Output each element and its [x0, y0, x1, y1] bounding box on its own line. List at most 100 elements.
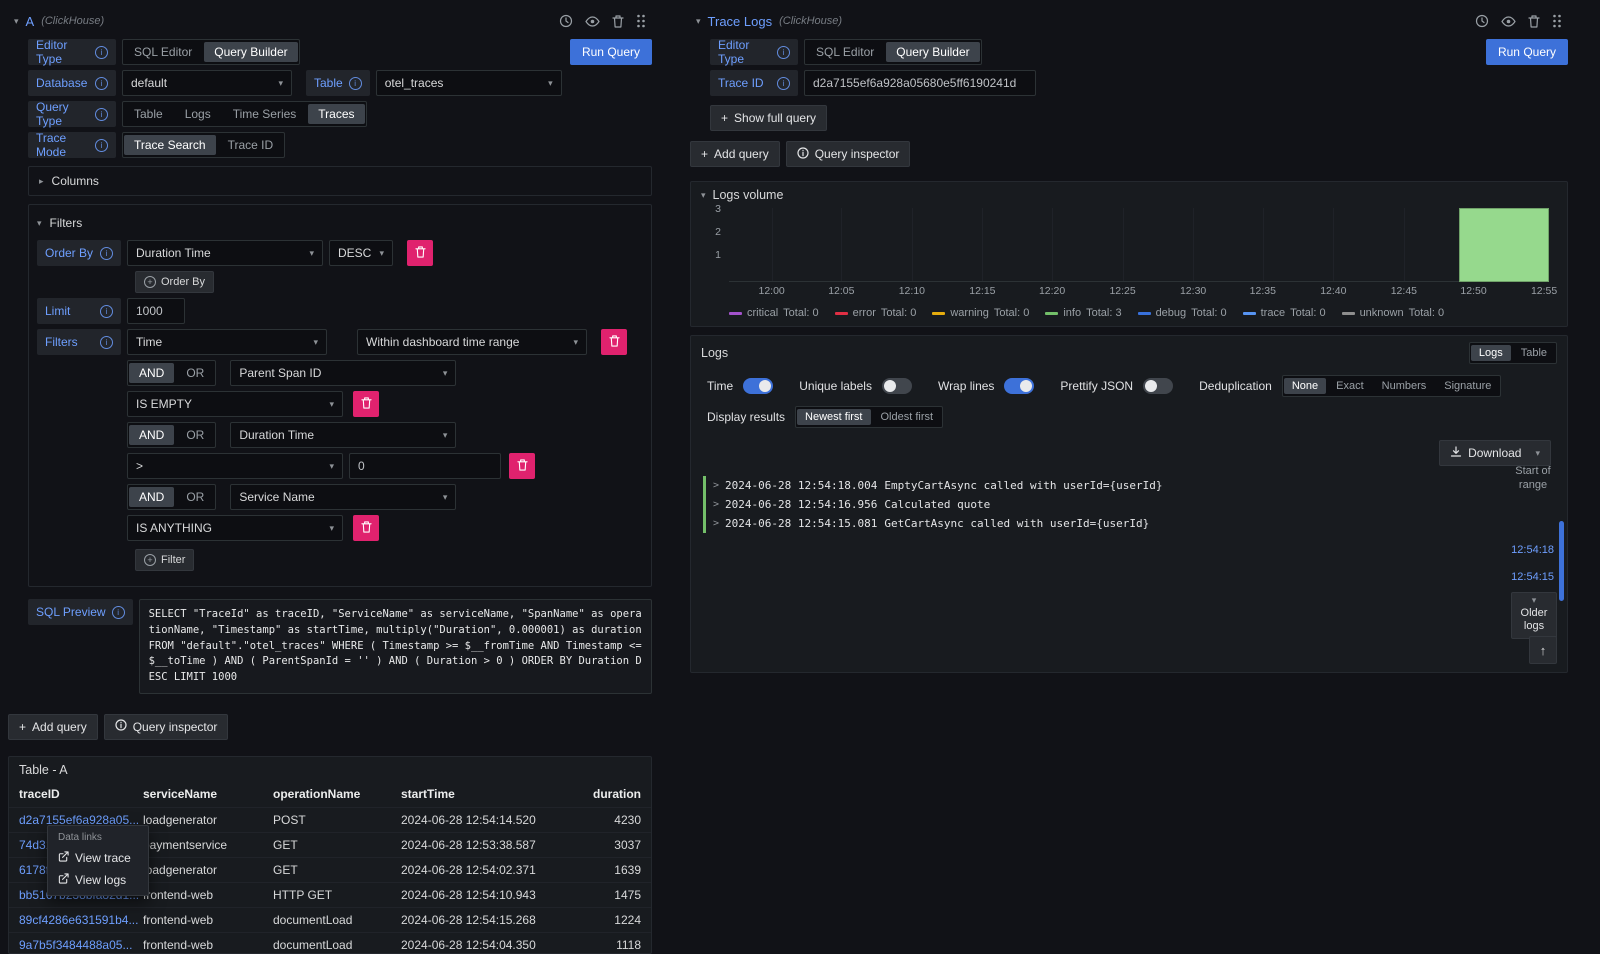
condition-field-select[interactable]: Duration Time ▾ — [230, 422, 456, 448]
view-trace-menu-item[interactable]: View trace — [52, 847, 144, 869]
option-dedup-numbers[interactable]: Numbers — [1374, 378, 1435, 394]
show-full-query-button[interactable]: + Show full query — [710, 105, 827, 131]
option-time-series[interactable]: Time Series — [223, 104, 307, 124]
option-query-builder[interactable]: Query Builder — [204, 42, 297, 62]
limit-input[interactable] — [127, 298, 185, 324]
run-query-button[interactable]: Run Query — [570, 39, 652, 65]
info-icon[interactable]: i — [777, 46, 790, 59]
option-and[interactable]: AND — [129, 425, 174, 445]
table-a-panel-title[interactable]: Table - A — [9, 757, 651, 781]
legend-item-debug[interactable]: debugTotal: 0 — [1138, 307, 1227, 319]
option-dedup-signature[interactable]: Signature — [1436, 378, 1499, 394]
add-order-by-button[interactable]: + Order By — [135, 271, 214, 293]
option-trace-search[interactable]: Trace Search — [124, 135, 216, 155]
condition-field-select[interactable]: Parent Span ID ▾ — [230, 360, 456, 386]
expand-chevron-icon[interactable]: > — [713, 518, 725, 529]
download-button[interactable]: Download ▾ — [1439, 440, 1551, 466]
remove-condition-button[interactable] — [353, 391, 379, 417]
range-time-link[interactable]: 12:54:15 — [1511, 571, 1554, 583]
scrollbar-thumb[interactable] — [1559, 521, 1564, 601]
remove-filter-button[interactable] — [601, 329, 627, 355]
condition-field-select[interactable]: Service Name ▾ — [230, 484, 456, 510]
info-icon[interactable]: i — [100, 305, 113, 318]
legend-item-warning[interactable]: warningTotal: 0 — [932, 307, 1029, 319]
column-header-servicename[interactable]: serviceName — [143, 787, 273, 801]
condition-value-input[interactable] — [349, 453, 501, 479]
option-query-builder[interactable]: Query Builder — [886, 42, 979, 62]
remove-order-by-button[interactable] — [407, 240, 433, 266]
range-time-link[interactable]: 12:54:18 — [1511, 544, 1554, 556]
time-toggle[interactable] — [743, 378, 773, 394]
info-icon[interactable]: i — [100, 247, 113, 260]
prettify-json-toggle[interactable] — [1143, 378, 1173, 394]
option-table-view[interactable]: Table — [1513, 345, 1555, 361]
panel-a-title[interactable]: A — [26, 14, 35, 29]
option-traces[interactable]: Traces — [308, 104, 364, 124]
wrap-lines-toggle[interactable] — [1004, 378, 1034, 394]
info-icon[interactable]: i — [95, 139, 108, 152]
legend-item-unknown[interactable]: unknownTotal: 0 — [1342, 307, 1445, 319]
log-entry[interactable]: > 2024-06-28 12:54:15.081 GetCartAsync c… — [703, 514, 1497, 533]
add-query-button[interactable]: + Add query — [690, 141, 780, 167]
history-icon[interactable] — [1475, 14, 1489, 28]
option-or[interactable]: OR — [176, 363, 214, 383]
info-icon[interactable]: i — [100, 336, 113, 349]
trace-id-link[interactable]: 9a7b5f3484488a05... — [19, 938, 143, 952]
log-entry[interactable]: > 2024-06-28 12:54:16.956 Calculated quo… — [703, 495, 1497, 514]
info-icon[interactable]: i — [777, 77, 790, 90]
query-inspector-button[interactable]: Query inspector — [104, 714, 229, 740]
option-table[interactable]: Table — [124, 104, 173, 124]
info-icon[interactable]: i — [349, 77, 362, 90]
history-icon[interactable] — [559, 14, 573, 28]
eye-icon[interactable] — [1501, 16, 1516, 27]
info-icon[interactable]: i — [95, 108, 108, 121]
column-header-starttime[interactable]: startTime — [401, 787, 577, 801]
option-oldest-first[interactable]: Oldest first — [873, 409, 942, 425]
legend-item-info[interactable]: infoTotal: 3 — [1045, 307, 1121, 319]
scroll-to-top-button[interactable]: ↑ — [1529, 636, 1557, 664]
logs-volume-header[interactable]: ▾ Logs volume — [691, 182, 1567, 204]
trash-icon[interactable] — [1528, 15, 1540, 28]
filter-field-select[interactable]: Time ▾ — [127, 329, 327, 355]
filter-operator-select[interactable]: Within dashboard time range ▾ — [357, 329, 587, 355]
option-sql-editor[interactable]: SQL Editor — [124, 42, 202, 62]
filters-section-toggle[interactable]: ▾ Filters — [37, 211, 643, 235]
condition-operator-select[interactable]: IS ANYTHING ▾ — [127, 515, 343, 541]
info-icon[interactable]: i — [95, 77, 108, 90]
option-sql-editor[interactable]: SQL Editor — [806, 42, 884, 62]
log-entry[interactable]: > 2024-06-28 12:54:18.004 EmptyCartAsync… — [703, 476, 1497, 495]
add-query-button[interactable]: + Add query — [8, 714, 98, 740]
database-select[interactable]: default ▾ — [122, 70, 292, 96]
table-select[interactable]: otel_traces ▾ — [376, 70, 562, 96]
option-newest-first[interactable]: Newest first — [797, 409, 870, 425]
info-icon[interactable]: i — [112, 606, 125, 619]
trace-logs-title[interactable]: Trace Logs — [708, 14, 773, 29]
view-logs-menu-item[interactable]: View logs — [52, 869, 144, 891]
order-by-field-select[interactable]: Duration Time ▾ — [127, 240, 323, 266]
unique-labels-toggle[interactable] — [882, 378, 912, 394]
condition-operator-select[interactable]: IS EMPTY ▾ — [127, 391, 343, 417]
option-or[interactable]: OR — [176, 487, 214, 507]
remove-condition-button[interactable] — [509, 453, 535, 479]
option-or[interactable]: OR — [176, 425, 214, 445]
legend-item-error[interactable]: errorTotal: 0 — [835, 307, 917, 319]
collapse-chevron-icon[interactable]: ▾ — [696, 17, 701, 26]
option-and[interactable]: AND — [129, 363, 174, 383]
older-logs-button[interactable]: ▾ Older logs — [1511, 592, 1557, 639]
trace-id-link[interactable]: 89cf4286e631591b4... — [19, 913, 143, 927]
column-header-traceid[interactable]: traceID — [19, 787, 143, 801]
drag-handle-icon[interactable] — [636, 14, 646, 28]
option-logs[interactable]: Logs — [175, 104, 221, 124]
run-query-button[interactable]: Run Query — [1486, 39, 1568, 65]
drag-handle-icon[interactable] — [1552, 14, 1562, 28]
info-logs-bar[interactable] — [1459, 208, 1549, 282]
option-and[interactable]: AND — [129, 487, 174, 507]
column-header-operationname[interactable]: operationName — [273, 787, 401, 801]
legend-item-trace[interactable]: traceTotal: 0 — [1243, 307, 1326, 319]
collapse-chevron-icon[interactable]: ▾ — [14, 17, 19, 26]
trash-icon[interactable] — [612, 15, 624, 28]
remove-condition-button[interactable] — [353, 515, 379, 541]
option-logs-view[interactable]: Logs — [1471, 345, 1511, 361]
eye-icon[interactable] — [585, 16, 600, 27]
option-dedup-none[interactable]: None — [1284, 378, 1326, 394]
